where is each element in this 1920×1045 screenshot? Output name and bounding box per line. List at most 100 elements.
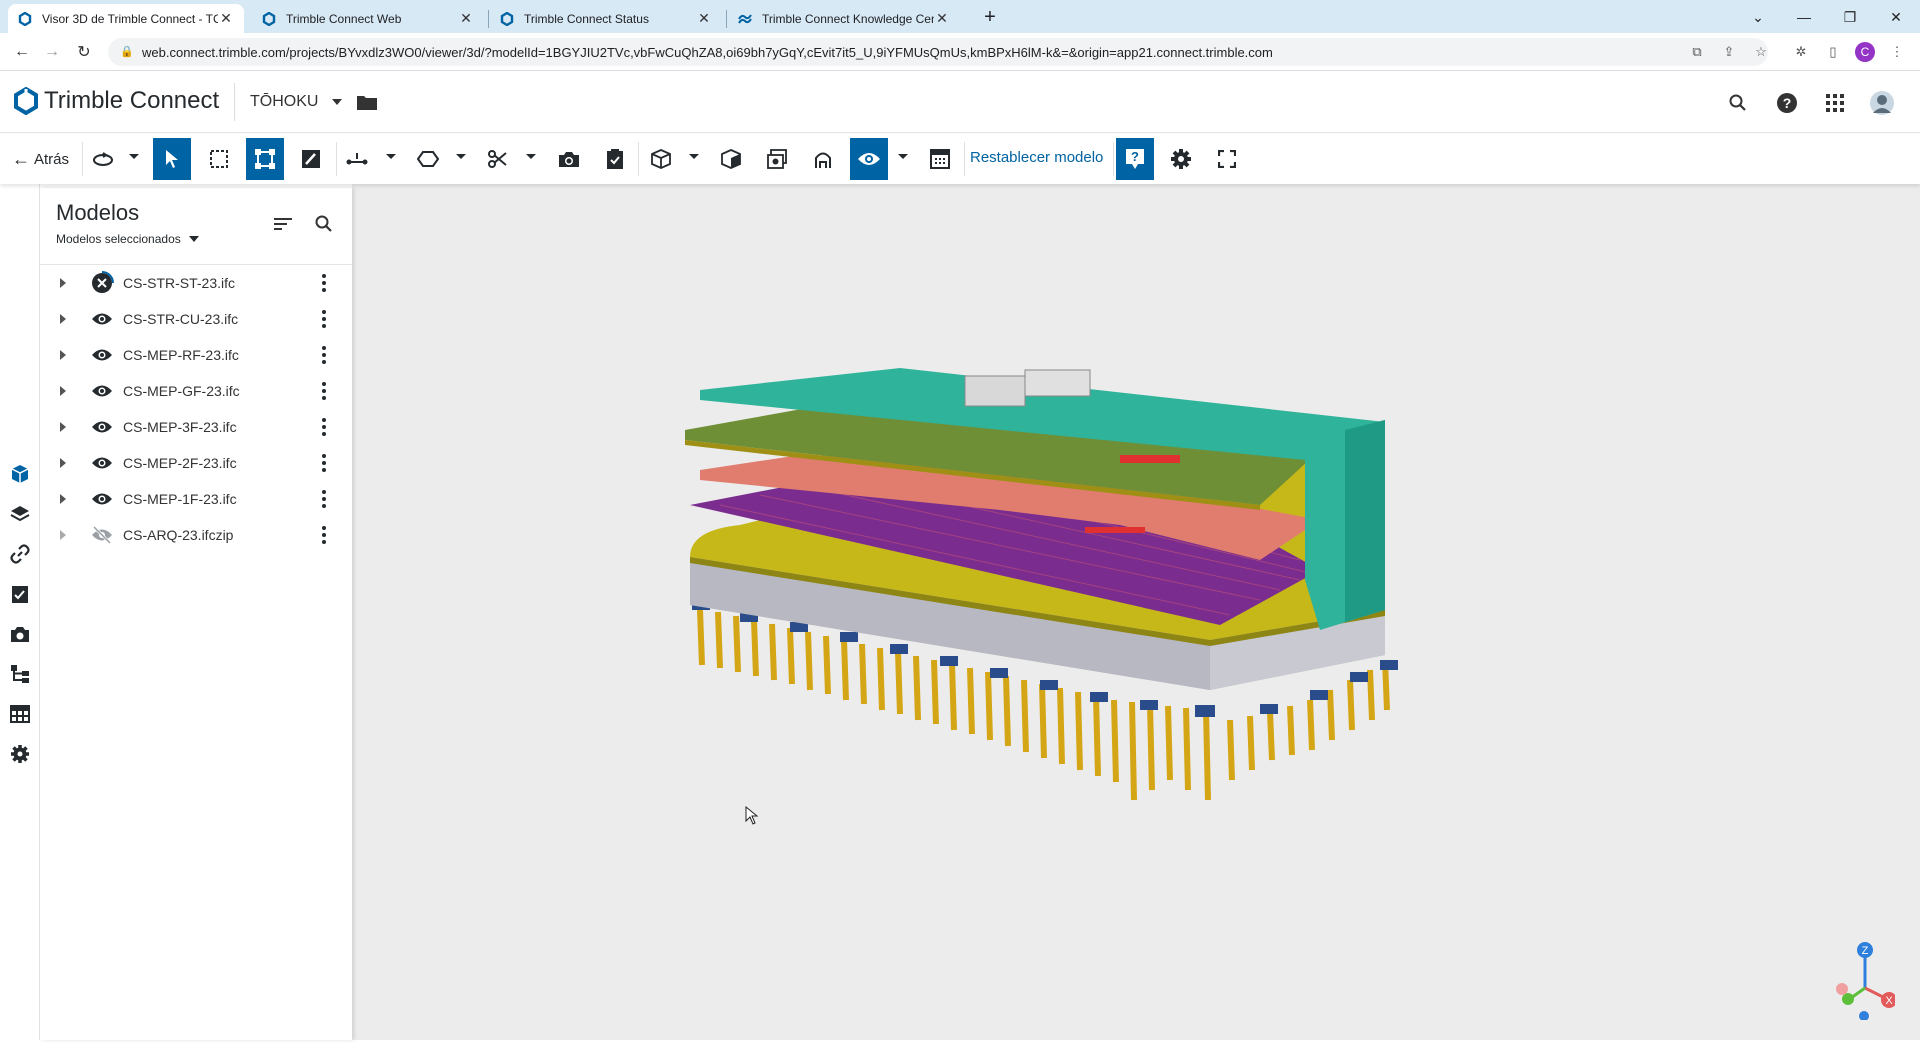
- browser-tab-visor[interactable]: Visor 3D de Trimble Connect - TC ✕: [8, 4, 244, 33]
- model-row[interactable]: CS-MEP-2F-23.ifc: [40, 445, 352, 481]
- expand-caret-icon[interactable]: [60, 314, 66, 324]
- model-row[interactable]: CS-ARQ-23.ifczip: [40, 517, 352, 553]
- eye-icon[interactable]: [90, 307, 114, 331]
- help-tour-icon[interactable]: ?: [1116, 138, 1154, 180]
- close-icon[interactable]: ✕: [934, 10, 950, 27]
- bookmark-star-icon[interactable]: ☆: [1750, 41, 1772, 63]
- 3d-viewport[interactable]: [352, 184, 1920, 1040]
- search-icon[interactable]: [312, 212, 336, 236]
- eye-icon[interactable]: [90, 451, 114, 475]
- browser-tab-web[interactable]: Trimble Connect Web ✕: [252, 4, 484, 33]
- visibility-dropdown-chevron-icon[interactable]: [898, 154, 908, 159]
- more-options-icon[interactable]: [318, 451, 330, 475]
- eye-icon[interactable]: [90, 487, 114, 511]
- expand-caret-icon[interactable]: [60, 458, 66, 468]
- user-avatar[interactable]: [1870, 91, 1894, 115]
- measure-icon[interactable]: [338, 138, 376, 180]
- orbit-icon[interactable]: [84, 138, 122, 180]
- space-dome-icon[interactable]: [804, 138, 842, 180]
- back-button[interactable]: ← Atrás: [12, 138, 69, 180]
- help-icon[interactable]: ?: [1775, 91, 1799, 115]
- box-select-icon[interactable]: [200, 138, 238, 180]
- view-dropdown-chevron-icon[interactable]: [689, 154, 699, 159]
- fullscreen-icon[interactable]: [1208, 138, 1246, 180]
- extensions-gear-icon[interactable]: [8, 742, 32, 766]
- eye-icon[interactable]: [90, 415, 114, 439]
- reload-icon[interactable]: ↻: [72, 40, 96, 64]
- more-options-icon[interactable]: [318, 307, 330, 331]
- visibility-eye-icon[interactable]: [850, 138, 888, 180]
- model-row[interactable]: CS-STR-CU-23.ifc: [40, 301, 352, 337]
- more-options-icon[interactable]: [318, 343, 330, 367]
- camera-views-icon[interactable]: [8, 622, 32, 646]
- close-icon[interactable]: ✕: [458, 10, 474, 27]
- close-icon[interactable]: ✕: [218, 10, 234, 27]
- scissors-icon[interactable]: [479, 138, 517, 180]
- shape-dropdown-chevron-icon[interactable]: [456, 154, 466, 159]
- selected-models-filter[interactable]: Modelos seleccionados: [56, 232, 199, 246]
- browser-tab-knowledge[interactable]: Trimble Connect Knowledge Cen ✕: [728, 4, 960, 33]
- markup-icon[interactable]: [292, 138, 330, 180]
- layers-3d-icon[interactable]: [758, 138, 796, 180]
- side-panel-icon[interactable]: ▯: [1822, 41, 1844, 63]
- extensions-puzzle-icon[interactable]: ✲: [1790, 41, 1812, 63]
- eye-hidden-icon[interactable]: [90, 523, 114, 547]
- brand-logo[interactable]: Trimble Connect: [14, 87, 219, 115]
- select-vertices-icon[interactable]: [246, 138, 284, 180]
- model-row[interactable]: CS-MEP-1F-23.ifc: [40, 481, 352, 517]
- more-options-icon[interactable]: [318, 487, 330, 511]
- hierarchy-icon[interactable]: [8, 662, 32, 686]
- profile-avatar[interactable]: C: [1854, 41, 1876, 63]
- cube-view-icon[interactable]: [642, 138, 680, 180]
- link-icon[interactable]: [8, 542, 32, 566]
- expand-caret-icon[interactable]: [60, 386, 66, 396]
- calculator-grid-icon[interactable]: [921, 138, 959, 180]
- models-cube-icon[interactable]: [8, 462, 32, 486]
- close-icon[interactable]: ✕: [696, 10, 712, 27]
- new-tab-button[interactable]: +: [970, 4, 1010, 30]
- back-arrow-icon[interactable]: ←: [10, 40, 34, 64]
- layers-icon[interactable]: [8, 502, 32, 526]
- more-options-icon[interactable]: [318, 379, 330, 403]
- model-row[interactable]: CS-MEP-3F-23.ifc: [40, 409, 352, 445]
- building-model-render[interactable]: [352, 184, 1920, 1040]
- measure-dropdown-chevron-icon[interactable]: [386, 154, 396, 159]
- todo-check-icon[interactable]: [596, 138, 634, 180]
- gear-icon[interactable]: [1162, 138, 1200, 180]
- eye-icon[interactable]: [90, 379, 114, 403]
- browser-menu-icon[interactable]: ⋮: [1886, 41, 1908, 63]
- share-icon[interactable]: ⇪: [1718, 41, 1740, 63]
- expand-caret-icon[interactable]: [60, 350, 66, 360]
- orbit-dropdown-chevron-icon[interactable]: [129, 154, 139, 159]
- expand-caret-icon[interactable]: [60, 530, 66, 540]
- todo-icon[interactable]: [8, 582, 32, 606]
- tab-search-chevron-icon[interactable]: ⌄: [1738, 4, 1778, 30]
- restore-button[interactable]: ❐: [1830, 4, 1870, 30]
- search-icon[interactable]: [1726, 91, 1750, 115]
- minimize-button[interactable]: —: [1784, 4, 1824, 30]
- reset-model-button[interactable]: Restablecer modelo: [970, 149, 1103, 166]
- expand-caret-icon[interactable]: [60, 494, 66, 504]
- more-options-icon[interactable]: [318, 415, 330, 439]
- forward-arrow-icon[interactable]: →: [40, 40, 64, 64]
- more-options-icon[interactable]: [318, 523, 330, 547]
- project-selector[interactable]: TŌHOKU: [250, 93, 378, 111]
- sort-icon[interactable]: [271, 212, 295, 236]
- ghost-cube-icon[interactable]: [712, 138, 750, 180]
- open-external-icon[interactable]: ⧉: [1686, 41, 1708, 63]
- eye-icon[interactable]: [90, 343, 114, 367]
- browser-tab-status[interactable]: Trimble Connect Status ✕: [490, 4, 722, 33]
- apps-grid-icon[interactable]: [1823, 91, 1847, 115]
- folder-icon[interactable]: [356, 93, 378, 111]
- more-options-icon[interactable]: [318, 271, 330, 295]
- clip-dropdown-chevron-icon[interactable]: [526, 154, 536, 159]
- select-cursor-icon[interactable]: [153, 138, 191, 180]
- model-row[interactable]: CS-STR-ST-23.ifc: [40, 265, 352, 301]
- expand-caret-icon[interactable]: [60, 278, 66, 288]
- model-row[interactable]: CS-MEP-GF-23.ifc: [40, 373, 352, 409]
- camera-icon[interactable]: [550, 138, 588, 180]
- model-row[interactable]: CS-MEP-RF-23.ifc: [40, 337, 352, 373]
- url-field[interactable]: 🔒 web.connect.trimble.com/projects/BYvxd…: [108, 38, 1768, 66]
- table-icon[interactable]: [8, 702, 32, 726]
- close-window-button[interactable]: ✕: [1876, 4, 1916, 30]
